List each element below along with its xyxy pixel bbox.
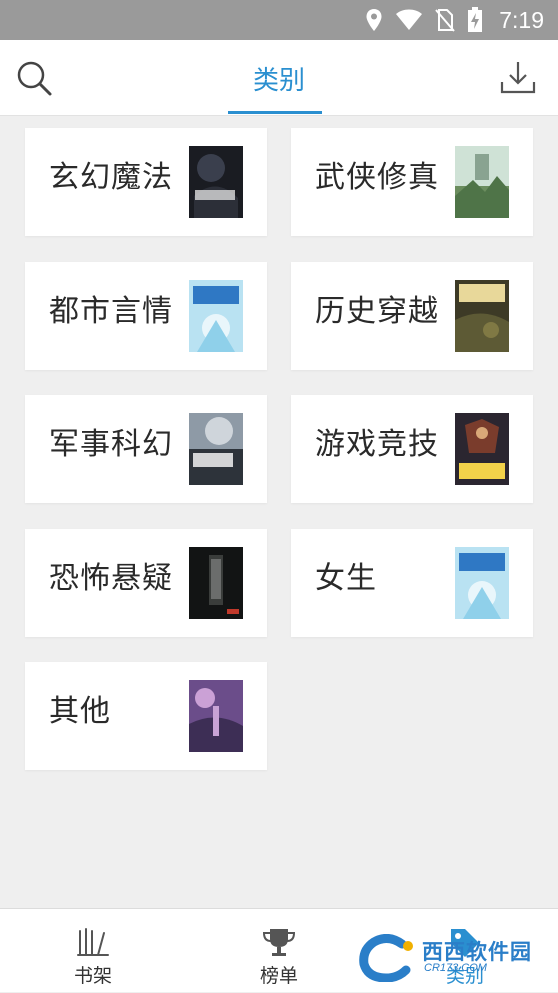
book-cover [455, 146, 509, 218]
wifi-icon [395, 9, 423, 31]
watermark-c-icon [359, 934, 413, 982]
status-bar: 7:19 [0, 0, 558, 40]
book-cover [189, 280, 243, 352]
nav-bookshelf[interactable]: 书架 [0, 909, 186, 993]
page-title: 类别 [252, 66, 305, 96]
location-icon [365, 8, 383, 32]
category-card-youxi[interactable]: 游戏竞技 [291, 395, 533, 503]
battery-charging-icon [467, 7, 483, 33]
category-label: 都市言情 [49, 294, 173, 329]
bookshelf-icon [77, 928, 109, 956]
watermark-logo: 西西软件园 CR173.COM [358, 934, 538, 982]
category-label: 武侠修真 [315, 160, 439, 195]
clock: 7:19 [499, 6, 544, 33]
book-cover [189, 680, 243, 752]
category-label: 女生 [315, 561, 377, 596]
category-card-xuanhuan[interactable]: 玄幻魔法 [25, 128, 267, 236]
download-icon [500, 62, 536, 94]
download-button[interactable] [498, 58, 538, 98]
category-card-dushi[interactable]: 都市言情 [25, 262, 267, 370]
nav-rankings[interactable]: 榜单 [186, 909, 372, 993]
book-cover [455, 413, 509, 485]
category-label: 恐怖悬疑 [49, 561, 173, 596]
book-cover [455, 547, 509, 619]
top-app-bar: 类别 [0, 40, 558, 116]
trophy-icon [262, 929, 296, 956]
category-card-kongbu[interactable]: 恐怖悬疑 [25, 529, 267, 637]
book-cover [189, 146, 243, 218]
category-label: 游戏竞技 [315, 427, 439, 462]
watermark-subtext: CR173.COM [424, 962, 487, 974]
category-card-wuxia[interactable]: 武侠修真 [291, 128, 533, 236]
title-underline [228, 111, 322, 114]
category-card-nvsheng[interactable]: 女生 [291, 529, 533, 637]
nav-label: 榜单 [259, 965, 298, 987]
category-label: 其他 [49, 694, 111, 729]
no-sim-icon [435, 8, 455, 32]
book-cover [189, 547, 243, 619]
category-label: 历史穿越 [315, 294, 439, 329]
category-card-qita[interactable]: 其他 [25, 662, 267, 770]
book-cover [189, 413, 243, 485]
book-cover [455, 280, 509, 352]
nav-label: 书架 [73, 965, 112, 987]
category-card-junshi[interactable]: 军事科幻 [25, 395, 267, 503]
category-label: 玄幻魔法 [49, 160, 173, 195]
category-label: 军事科幻 [49, 427, 173, 462]
category-card-lishi[interactable]: 历史穿越 [291, 262, 533, 370]
